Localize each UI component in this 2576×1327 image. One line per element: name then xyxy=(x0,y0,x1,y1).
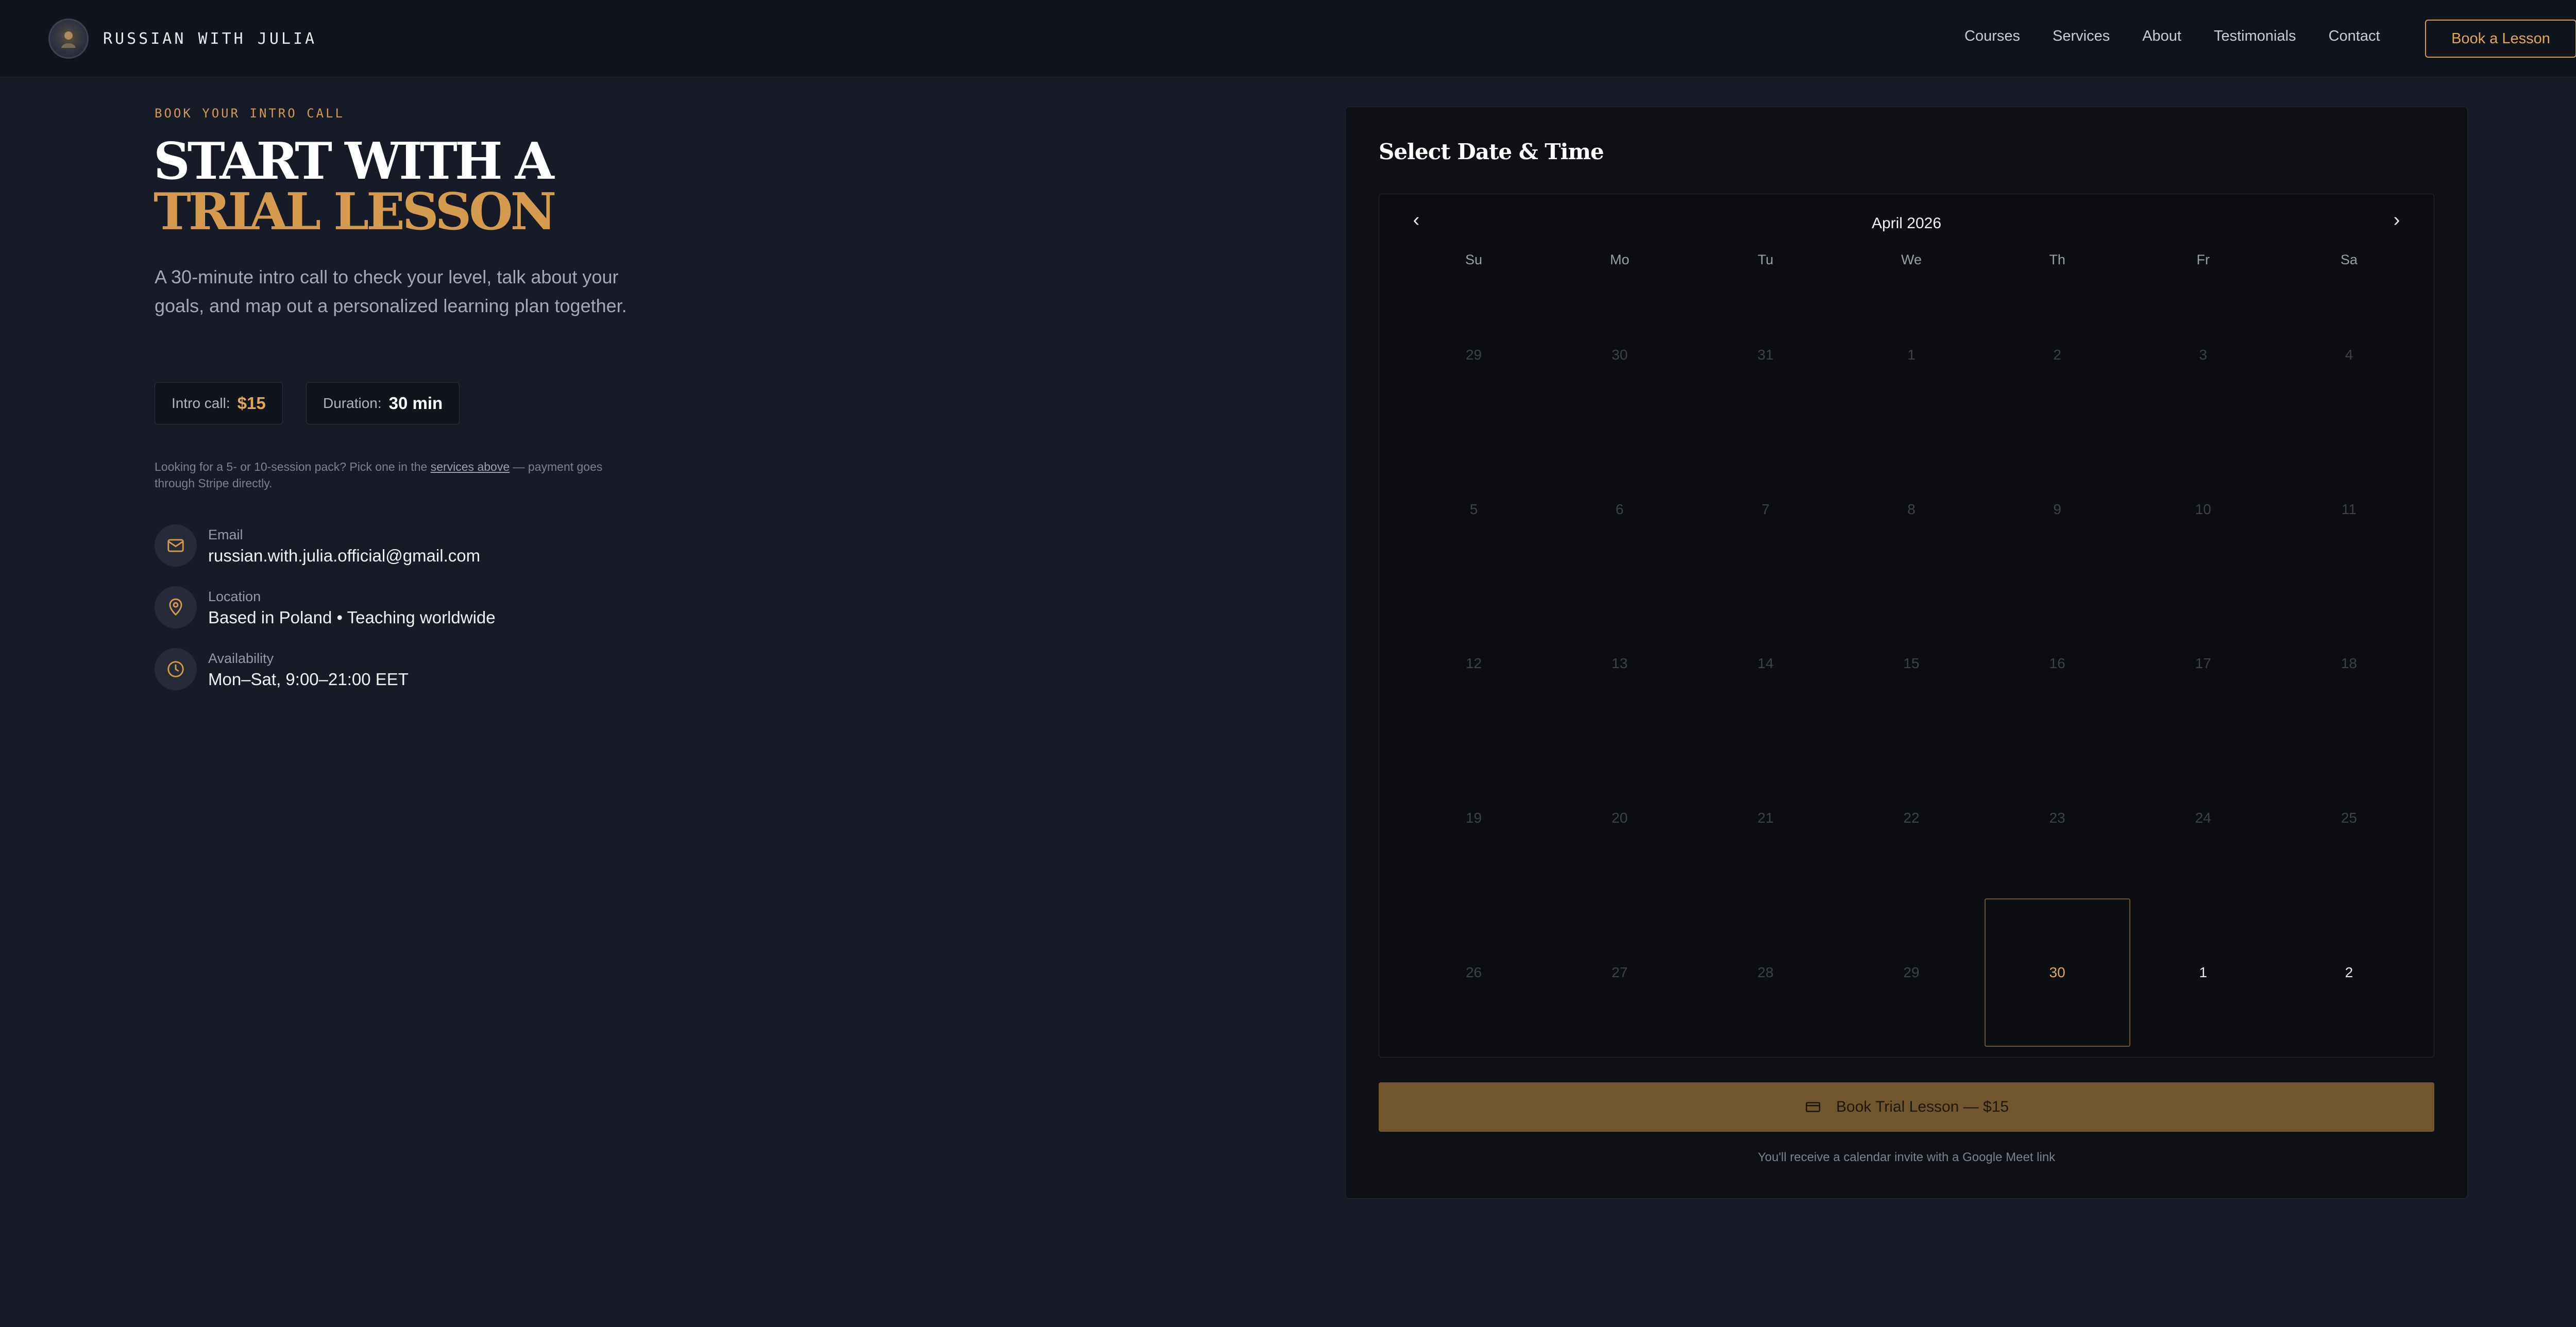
clock-icon xyxy=(155,648,197,690)
price-label: Intro call: xyxy=(172,395,230,411)
calendar-day: 9 xyxy=(2053,501,2061,517)
calendar-day: 2 xyxy=(2053,346,2061,363)
location-label: Location xyxy=(208,589,261,604)
calendar-day-grid: 29 30 31 1 2 3 4 5 6 7 8 9 10 11 12 13 14 15 16 17 18 19 20 21 2… xyxy=(1401,281,2422,1047)
chevron-right-icon[interactable]: › xyxy=(2381,205,2412,235)
booking-title: Select Date & Time xyxy=(1379,139,1604,164)
calendar-day: 26 xyxy=(1465,964,1482,981)
calendar-day: 6 xyxy=(1615,501,1624,517)
services-link[interactable]: services above xyxy=(431,460,510,473)
calendar-day: 17 xyxy=(2195,655,2211,672)
calendar-day[interactable]: 1 xyxy=(2130,898,2276,1047)
weekday-header: Su Mo Tu We Th Fr Sa xyxy=(1401,252,2422,268)
calendar-day[interactable]: 2 xyxy=(2276,898,2422,1047)
page-title: START WITH A TRIAL LESSON xyxy=(154,132,556,242)
calendar-day: 20 xyxy=(1612,810,1628,826)
calendar-day: 14 xyxy=(1757,655,1774,672)
calendar-day: 30 xyxy=(1612,346,1628,363)
calendar-day: 11 xyxy=(2341,501,2357,517)
weekday-su: Su xyxy=(1465,252,1483,267)
contact-location: Location Based in Poland • Teaching worl… xyxy=(155,586,496,630)
book-lesson-button[interactable]: Book a Lesson xyxy=(2425,20,2576,58)
calendar-day: 25 xyxy=(2341,810,2357,826)
date-picker-calendar: ‹ April 2026 › Su Mo Tu We Th Fr Sa 29 30… xyxy=(1379,194,2434,1058)
price-badge: Intro call: $15 xyxy=(155,382,283,424)
mail-icon xyxy=(155,524,197,567)
availability-value: Mon–Sat, 9:00–21:00 EET xyxy=(208,670,409,689)
booking-footnote: You'll receive a calendar invite with a … xyxy=(1757,1150,2056,1164)
page-title-line-1: START WITH A xyxy=(154,132,554,191)
calendar-day: 29 xyxy=(1903,964,1920,981)
calendar-day: 1 xyxy=(1907,346,1916,363)
nav-link-about[interactable]: About xyxy=(2142,28,2181,45)
calendar-day: 15 xyxy=(1903,655,1920,672)
weekday-th: Th xyxy=(2049,252,2065,267)
calendar-day: 19 xyxy=(1465,810,1482,826)
calendar-day: 5 xyxy=(1469,501,1478,517)
nav-link-testimonials[interactable]: Testimonials xyxy=(2214,28,2296,45)
nav-links: Courses Services About Testimonials Cont… xyxy=(1964,28,2380,45)
package-note-text: Looking for a 5- or 10-session pack? Pic… xyxy=(155,460,431,473)
page-title-line-2: TRIAL LESSON xyxy=(154,182,556,242)
brand-logo-icon xyxy=(48,19,89,59)
nav-link-contact[interactable]: Contact xyxy=(2329,28,2380,45)
map-pin-icon xyxy=(155,586,197,628)
contact-email: Email russian.with.julia.official@gmail.… xyxy=(155,524,480,568)
duration-label: Duration: xyxy=(323,395,382,411)
calendar-day: 27 xyxy=(1612,964,1628,981)
book-trial-lesson-button[interactable]: Book Trial Lesson — $15 xyxy=(1379,1082,2434,1132)
credit-card-icon xyxy=(1804,1098,1822,1116)
calendar-day: 13 xyxy=(1612,655,1628,672)
weekday-tu: Tu xyxy=(1757,252,1774,267)
brand[interactable]: RUSSIAN WITH JULIA xyxy=(48,19,317,59)
price-value: $15 xyxy=(237,394,266,413)
calendar-day: 23 xyxy=(2049,810,2065,826)
package-note: Looking for a 5- or 10-session pack? Pic… xyxy=(155,458,608,491)
weekday-we: We xyxy=(1901,252,1922,267)
duration-badge: Duration: 30 min xyxy=(306,382,460,424)
calendar-day: 21 xyxy=(1757,810,1774,826)
availability-label: Availability xyxy=(208,651,274,666)
calendar-day: 4 xyxy=(2345,346,2353,363)
top-nav: RUSSIAN WITH JULIA Courses Services Abou… xyxy=(0,0,2576,77)
book-trial-lesson-label: Book Trial Lesson — $15 xyxy=(1836,1098,2009,1115)
section-eyebrow: BOOK YOUR INTRO CALL xyxy=(155,106,345,121)
calendar-day: 22 xyxy=(1903,810,1920,826)
calendar-day: 24 xyxy=(2195,810,2211,826)
calendar-day: 3 xyxy=(2199,346,2208,363)
duration-value: 30 min xyxy=(388,394,443,413)
calendar-day-selected[interactable]: 30 xyxy=(1984,898,2130,1047)
booking-card: Select Date & Time ‹ April 2026 › Su Mo … xyxy=(1345,107,2468,1199)
calendar-month: April 2026 xyxy=(1871,215,1942,232)
calendar-day: 31 xyxy=(1757,346,1774,363)
calendar-day: 28 xyxy=(1757,964,1774,981)
calendar-day: 12 xyxy=(1465,655,1482,672)
nav-link-courses[interactable]: Courses xyxy=(1964,28,2020,45)
location-value: Based in Poland • Teaching worldwide xyxy=(208,608,496,627)
intro-description: A 30-minute intro call to check your lev… xyxy=(155,266,627,316)
brand-name: RUSSIAN WITH JULIA xyxy=(103,29,317,48)
contact-availability: Availability Mon–Sat, 9:00–21:00 EET xyxy=(155,648,409,691)
calendar-day: 29 xyxy=(1465,346,1482,363)
calendar-day: 10 xyxy=(2195,501,2211,517)
email-value[interactable]: russian.with.julia.official@gmail.com xyxy=(208,544,480,568)
weekday-sa: Sa xyxy=(2340,252,2358,267)
email-label: Email xyxy=(208,527,243,542)
weekday-fr: Fr xyxy=(2196,252,2210,267)
calendar-day: 8 xyxy=(1907,501,1916,517)
calendar-day: 18 xyxy=(2341,655,2357,672)
calendar-day: 16 xyxy=(2049,655,2065,672)
nav-link-services[interactable]: Services xyxy=(2053,28,2110,45)
weekday-mo: Mo xyxy=(1609,252,1630,267)
calendar-day: 7 xyxy=(1761,501,1770,517)
